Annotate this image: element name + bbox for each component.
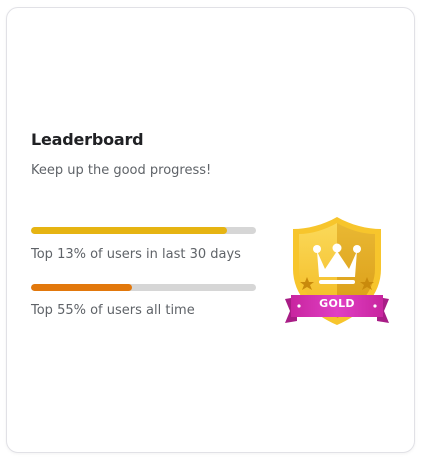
badge-label: GOLD: [319, 297, 355, 310]
leaderboard-card: Leaderboard Keep up the good progress! T…: [6, 7, 415, 453]
progress-fill-all-time: [31, 284, 133, 291]
progress-bar-all-time: [31, 284, 256, 291]
stat-label-all-time: Top 55% of users all time: [31, 303, 195, 318]
progress-bar-30-days: [31, 227, 256, 234]
gold-crown-shield-icon: [285, 217, 389, 325]
progress-fill-30-days: [31, 227, 227, 234]
card-title: Leaderboard: [31, 130, 144, 149]
card-subtitle: Keep up the good progress!: [31, 163, 212, 178]
gold-badge: GOLD: [279, 211, 395, 331]
stat-label-30-days: Top 13% of users in last 30 days: [31, 247, 241, 262]
